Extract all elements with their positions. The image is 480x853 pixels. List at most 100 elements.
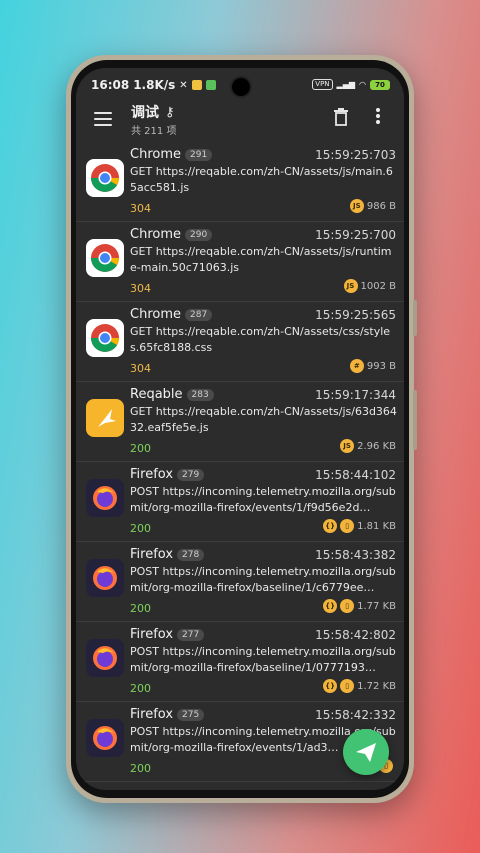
status-time: 16:08 (91, 78, 130, 92)
response-size: 993 B (366, 360, 396, 372)
request-time: 15:58:42:332 (315, 708, 396, 722)
chrome-icon (86, 239, 124, 277)
status-code: 200 (130, 762, 151, 775)
request-row[interactable]: Firefox 279 15:58:44:102 POST https://inc… (76, 462, 404, 542)
camera-cutout (230, 76, 252, 98)
request-method: GET (130, 405, 153, 418)
menu-icon[interactable] (94, 112, 112, 126)
page-title: 调试 (131, 105, 159, 121)
silent-icon: ✕ (179, 79, 188, 91)
content-type-icon: # (349, 359, 364, 373)
item-count: 共 211 项 (131, 126, 177, 137)
status-code: 304 (130, 362, 151, 375)
app-notification-icon (205, 80, 216, 90)
battery-icon: 70 (370, 79, 390, 90)
request-url: https://incoming.telemetry.mozilla.org/s… (130, 485, 396, 514)
app-name: Firefox (130, 467, 174, 482)
reqable-icon (86, 399, 124, 437)
content-type-icon: JS (343, 279, 358, 293)
request-id-badge: 277 (177, 628, 205, 641)
response-size: 1.72 KB (357, 680, 396, 692)
request-url: https://reqable.com/zh-CN/assets/css/sty… (130, 325, 391, 354)
request-method: GET (130, 325, 153, 338)
firefox-icon (86, 479, 124, 517)
request-url: https://reqable.com/zh-CN/assets/js/runt… (130, 245, 392, 274)
request-time: 15:59:25:703 (315, 148, 396, 162)
request-row[interactable]: Chrome 287 15:59:25:565 GET https://reqab… (76, 302, 404, 382)
send-icon (356, 743, 376, 762)
firefox-icon (86, 639, 124, 677)
app-name: Firefox (130, 707, 174, 722)
status-code: 200 (130, 602, 151, 615)
request-time: 15:58:42:802 (315, 628, 396, 642)
content-type-icon: ▯ (340, 679, 355, 693)
request-time: 15:58:43:382 (315, 548, 396, 562)
status-bar: 16:08 1.8K/s ✕ VPN ▂▄▆ ◠ 70 (76, 68, 404, 102)
signal-icon: ▂▄▆ (336, 80, 356, 89)
firefox-icon (86, 719, 124, 757)
app-name: Chrome (130, 307, 181, 322)
delete-icon[interactable] (334, 108, 348, 126)
request-row[interactable]: Chrome 291 15:59:25:703 GET https://reqab… (76, 142, 404, 222)
app-name: Firefox (130, 627, 174, 642)
request-id-badge: 278 (177, 548, 205, 561)
request-method: POST (130, 565, 159, 578)
status-code: 304 (130, 202, 151, 215)
request-id-badge: 287 (185, 308, 213, 321)
status-code: 200 (130, 682, 151, 695)
app-name: Chrome (130, 147, 181, 162)
request-time: 15:59:17:344 (315, 388, 396, 402)
app-bar: 调试 ⚷ 共 211 项 (76, 102, 404, 142)
request-method: POST (130, 645, 159, 658)
app-name: Firefox (130, 547, 174, 562)
response-size: 986 B (366, 200, 396, 212)
key-icon[interactable]: ⚷ (165, 105, 175, 120)
request-list: Chrome 291 15:59:25:703 GET https://reqab… (76, 142, 404, 782)
request-url: https://reqable.com/zh-CN/assets/js/main… (130, 165, 393, 194)
content-type-icon: JS (349, 199, 364, 213)
status-code: 200 (130, 522, 151, 535)
content-type-icon: {} (323, 599, 338, 613)
status-speed: 1.8K/s (133, 78, 176, 92)
request-method: GET (130, 165, 153, 178)
request-id-badge: 279 (177, 468, 205, 481)
response-size: 2.96 KB (357, 440, 396, 452)
request-time: 15:58:44:102 (315, 468, 396, 482)
request-id-badge: 283 (186, 388, 214, 401)
content-type-icon: ▯ (340, 599, 355, 613)
response-size: 1.77 KB (357, 600, 396, 612)
vpn-icon: VPN (312, 79, 333, 90)
request-row[interactable]: Firefox 278 15:58:43:382 POST https://inc… (76, 542, 404, 622)
request-url: https://incoming.telemetry.mozilla.org/s… (130, 645, 396, 674)
content-type-icon: ▯ (340, 519, 355, 533)
content-type-icon: {} (323, 679, 338, 693)
firefox-icon (86, 559, 124, 597)
response-size: 1002 B (360, 280, 397, 292)
notification-icon (191, 80, 202, 90)
request-method: POST (130, 725, 159, 738)
request-row[interactable]: Chrome 290 15:59:25:700 GET https://reqab… (76, 222, 404, 302)
chrome-icon (86, 319, 124, 357)
chrome-icon (86, 159, 124, 197)
request-row[interactable]: Firefox 277 15:58:42:802 POST https://inc… (76, 622, 404, 702)
content-type-icon: {} (323, 519, 338, 533)
send-request-button[interactable] (343, 729, 389, 775)
request-id-badge: 275 (177, 708, 205, 721)
app-name: Chrome (130, 227, 181, 242)
response-size: 1.81 KB (357, 520, 396, 532)
wifi-icon: ◠ (359, 80, 366, 89)
app-screen: 16:08 1.8K/s ✕ VPN ▂▄▆ ◠ 70 调试 ⚷ 共 211 项 (76, 68, 404, 790)
request-method: GET (130, 245, 153, 258)
request-time: 15:59:25:565 (315, 308, 396, 322)
request-time: 15:59:25:700 (315, 228, 396, 242)
more-options-icon[interactable] (374, 108, 382, 126)
request-id-badge: 290 (185, 228, 213, 241)
content-type-icon: JS (340, 439, 355, 453)
status-code: 200 (130, 442, 151, 455)
request-method: POST (130, 485, 159, 498)
app-name: Reqable (130, 387, 183, 402)
status-code: 304 (130, 282, 151, 295)
request-row[interactable]: Reqable 283 15:59:17:344 GET https://reqa… (76, 382, 404, 462)
request-url: https://reqable.com/zh-CN/assets/js/63d3… (130, 405, 397, 434)
request-id-badge: 291 (185, 148, 213, 161)
